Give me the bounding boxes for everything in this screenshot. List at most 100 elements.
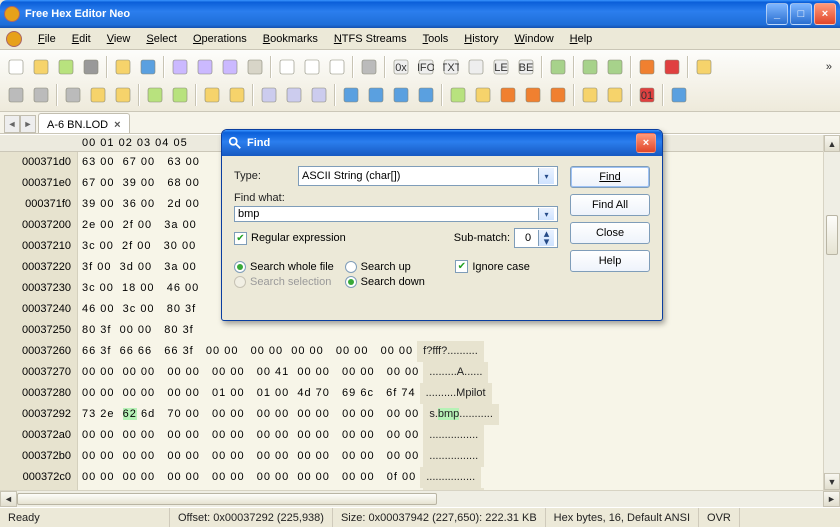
hex-ascii[interactable]: ................ xyxy=(420,467,481,488)
hex-bytes[interactable]: 00 00 00 00 00 00 01 00 01 00 4d 70 69 6… xyxy=(78,383,420,404)
menu-ntfs-streams[interactable]: NTFS Streams xyxy=(326,31,415,47)
refresh-icon[interactable] xyxy=(136,55,160,79)
paste-icon[interactable] xyxy=(111,83,135,107)
undo-icon[interactable] xyxy=(4,83,28,107)
find-dialog-titlebar[interactable]: Find × xyxy=(222,130,662,156)
select-all-icon[interactable] xyxy=(257,83,281,107)
menu-file[interactable]: File xyxy=(30,31,64,47)
hex-row[interactable]: 0003725080 3f 00 00 80 3f xyxy=(0,320,840,341)
hex-bytes[interactable]: 66 3f 66 66 66 3f 00 00 00 00 00 00 00 0… xyxy=(78,341,417,362)
hex-bytes[interactable]: 80 3f 00 00 80 3f xyxy=(78,320,198,341)
hex-row[interactable]: 0003726066 3f 66 66 66 3f 00 00 00 00 00… xyxy=(0,341,840,362)
file-tab-close-icon[interactable]: × xyxy=(114,119,120,131)
hex-bytes[interactable]: 46 00 3c 00 80 3f xyxy=(78,299,200,320)
redo-icon[interactable] xyxy=(29,83,53,107)
plugin2-icon[interactable] xyxy=(660,55,684,79)
hex-row[interactable]: 0003727000 00 00 00 00 00 00 00 00 41 00… xyxy=(0,362,840,383)
file-tab[interactable]: A-6 BN.LOD × xyxy=(38,113,130,133)
regex-checkbox[interactable]: ✔ Regular expression xyxy=(234,232,346,245)
bookmark-icon[interactable] xyxy=(496,83,520,107)
scroll-left-icon[interactable]: ◄ xyxy=(0,491,17,507)
encoding-info-icon[interactable]: IFO xyxy=(414,55,438,79)
search-down-radio[interactable]: Search down xyxy=(345,276,448,288)
unlock-icon[interactable] xyxy=(603,83,627,107)
submatch-spinner[interactable]: 0 ▴▾ xyxy=(514,228,558,248)
encoding-txt-icon[interactable]: TXT xyxy=(439,55,463,79)
toolbar-overflow-icon[interactable]: » xyxy=(822,61,836,73)
hscroll-thumb[interactable] xyxy=(17,493,437,505)
menu-history[interactable]: History xyxy=(456,31,506,47)
hex-bytes[interactable]: 00 00 00 00 00 00 00 00 00 00 00 00 00 0… xyxy=(78,467,420,488)
tab-scroll-left[interactable]: ◄ xyxy=(4,115,20,133)
goto2-icon[interactable] xyxy=(471,83,495,107)
vertical-scrollbar[interactable]: ▲ ▼ xyxy=(823,135,840,490)
save-all-icon[interactable] xyxy=(218,55,242,79)
print-icon[interactable] xyxy=(243,55,267,79)
hex-ascii[interactable]: ................ xyxy=(423,425,484,446)
new-doc-icon[interactable] xyxy=(275,55,299,79)
invert-sel-icon[interactable] xyxy=(307,83,331,107)
find-tool-icon[interactable] xyxy=(339,83,363,107)
fill-icon[interactable] xyxy=(200,83,224,107)
type-combo[interactable]: ASCII String (char[]) ▾ xyxy=(298,166,558,186)
hex-ascii[interactable]: f?fff?.......... xyxy=(417,341,484,362)
menu-view[interactable]: View xyxy=(99,31,139,47)
hex-row[interactable]: 0003729273 2e 62 6d 70 00 00 00 00 00 00… xyxy=(0,404,840,425)
window-close-button[interactable]: × xyxy=(814,3,836,25)
search-whole-file-radio[interactable]: Search whole file xyxy=(234,260,337,273)
encoding-html-icon[interactable] xyxy=(464,55,488,79)
find-button[interactable]: Find xyxy=(570,166,650,188)
scroll-right-icon[interactable]: ► xyxy=(823,491,840,507)
find-prev-icon[interactable] xyxy=(389,83,413,107)
hex-ascii[interactable]: ................ xyxy=(423,446,484,467)
hex-ascii[interactable]: ..........Mpilot xyxy=(420,383,492,404)
new-file-icon[interactable] xyxy=(4,55,28,79)
paste-hex-icon[interactable] xyxy=(168,83,192,107)
menu-edit[interactable]: Edit xyxy=(64,31,99,47)
menu-select[interactable]: Select xyxy=(138,31,185,47)
hex-ascii[interactable]: s.bmp........... xyxy=(423,404,499,425)
open-file-icon[interactable] xyxy=(29,55,53,79)
menu-help[interactable]: Help xyxy=(562,31,601,47)
cut-icon[interactable] xyxy=(61,83,85,107)
help-button[interactable]: Help xyxy=(570,250,650,272)
open-volume-icon[interactable] xyxy=(111,55,135,79)
link-icon[interactable] xyxy=(357,55,381,79)
find-dialog-close-button[interactable]: × xyxy=(636,133,656,153)
find-all-button[interactable]: Find All xyxy=(570,194,650,216)
menu-window[interactable]: Window xyxy=(507,31,562,47)
hex-row[interactable]: 000372b000 00 00 00 00 00 00 00 00 00 00… xyxy=(0,446,840,467)
close-button[interactable]: Close xyxy=(570,222,650,244)
scroll-down-icon[interactable]: ▼ xyxy=(824,473,840,490)
scroll-up-icon[interactable]: ▲ xyxy=(824,135,840,152)
settings-icon[interactable] xyxy=(692,55,716,79)
hex-bytes[interactable]: 00 00 00 00 00 00 00 00 00 41 00 00 00 0… xyxy=(78,362,423,383)
copy-hex-icon[interactable] xyxy=(143,83,167,107)
checksum-icon[interactable]: 01 xyxy=(635,83,659,107)
horizontal-scrollbar[interactable]: ◄ ► xyxy=(0,490,840,507)
highlight-icon[interactable] xyxy=(446,83,470,107)
open-process-icon[interactable] xyxy=(54,55,78,79)
hex-bytes[interactable]: 3c 00 2f 00 30 00 xyxy=(78,236,200,257)
hex-row[interactable]: 000372d000 00 00 00 00 00 00 00 00 00 00… xyxy=(0,488,840,490)
hex-row[interactable]: 000372a000 00 00 00 00 00 00 00 00 00 00… xyxy=(0,425,840,446)
color-icon[interactable] xyxy=(667,83,691,107)
insert-icon[interactable] xyxy=(225,83,249,107)
plugin1-icon[interactable] xyxy=(635,55,659,79)
bookmark-prev-icon[interactable] xyxy=(546,83,570,107)
hex-bytes[interactable]: 00 00 00 00 00 00 00 00 00 00 00 00 00 0… xyxy=(78,446,423,467)
menu-operations[interactable]: Operations xyxy=(185,31,255,47)
maximize-button[interactable]: □ xyxy=(790,3,812,25)
hex-ascii[interactable]: .........A...... xyxy=(423,362,488,383)
search-up-radio[interactable]: Search up xyxy=(345,260,448,273)
lock-icon[interactable] xyxy=(578,83,602,107)
hex-bytes[interactable]: 67 00 39 00 68 00 xyxy=(78,173,204,194)
hex-bytes[interactable]: 00 00 00 00 00 00 00 00 00 00 00 00 00 0… xyxy=(78,425,423,446)
ignore-case-checkbox[interactable]: ✔ Ignore case xyxy=(455,260,558,273)
copy-icon[interactable] xyxy=(86,83,110,107)
hex-bytes[interactable]: 00 00 00 00 00 00 00 00 00 00 00 00 00 0… xyxy=(78,488,423,490)
endian-le-icon[interactable]: LE xyxy=(489,55,513,79)
encoding-hex-icon[interactable]: 0x xyxy=(389,55,413,79)
menu-bookmarks[interactable]: Bookmarks xyxy=(255,31,326,47)
bookmark-next-icon[interactable] xyxy=(521,83,545,107)
